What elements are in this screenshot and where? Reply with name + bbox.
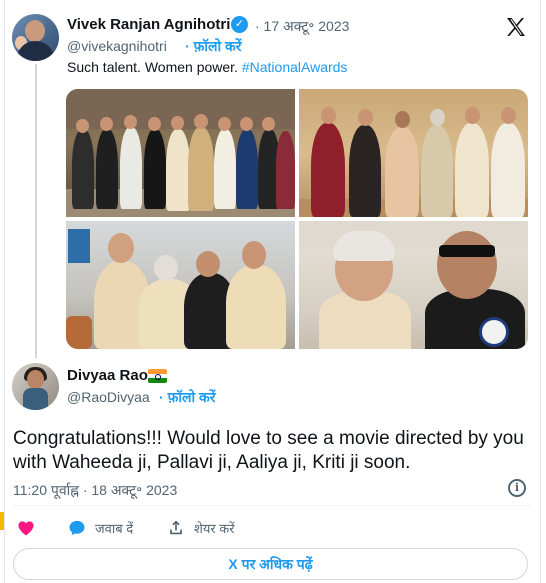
info-icon[interactable]: i (508, 479, 526, 497)
photo-group-award-ceremony[interactable] (66, 89, 295, 217)
reply-author-avatar[interactable] (12, 363, 59, 410)
reply-author-handle[interactable]: @RaoDivyaa (67, 389, 150, 405)
verified-badge-icon: ✓ (231, 16, 248, 33)
embedded-tweet-card: Vivek Ranjan Agnihotri ✓ · 17 अक्टू॰ 202… (0, 0, 546, 583)
tweet-text-body: Such talent. Women power. (67, 59, 242, 75)
reply-timestamp[interactable]: 11:20 पूर्वाह्न · 18 अक्टू॰ 2023 (13, 481, 177, 500)
author-avatar[interactable] (12, 14, 59, 61)
media-grid (66, 89, 528, 349)
share-label: शेयर करें (194, 521, 235, 536)
reply-follow-label: फ़ॉलो करें (167, 389, 216, 405)
share-icon (170, 520, 182, 535)
tweet-date[interactable]: · 17 अक्टू॰ 2023 (255, 17, 349, 36)
like-button[interactable] (16, 517, 44, 539)
reply-author-name[interactable]: Divyaa Rao (67, 367, 148, 384)
share-button[interactable]: शेयर करें (166, 517, 235, 539)
follow-separator: · (185, 38, 194, 54)
divider (13, 505, 531, 506)
read-more-on-x-button[interactable]: X पर अधिक पढ़ें (13, 548, 528, 580)
photo-selfie-duo[interactable] (299, 221, 528, 349)
hashtag-link[interactable]: #NationalAwards (242, 59, 348, 75)
reply-follow-separator: · (159, 389, 168, 405)
thread-line (35, 64, 37, 358)
author-name[interactable]: Vivek Ranjan Agnihotri (67, 16, 230, 33)
follow-label: फ़ॉलो करें (193, 38, 242, 54)
reply-button[interactable]: जवाब दें (67, 517, 133, 539)
photo-women-awardees[interactable] (299, 89, 528, 217)
tweet-text: Such talent. Women power. #NationalAward… (67, 59, 347, 75)
follow-button[interactable]: · फ़ॉलो करें (185, 37, 241, 56)
right-border (540, 0, 541, 583)
heart-icon (18, 521, 34, 536)
reply-follow-button[interactable]: · फ़ॉलो करें (159, 388, 215, 407)
scroll-marker (0, 512, 4, 530)
reply-text: Congratulations!!! Would love to see a m… (13, 428, 524, 473)
india-flag-icon (148, 369, 167, 383)
photo-selfie-group[interactable] (66, 221, 295, 349)
x-logo-icon[interactable] (503, 15, 529, 39)
reply-label: जवाब दें (95, 521, 134, 536)
left-border (4, 0, 5, 583)
author-handle[interactable]: @vivekagnihotri (67, 38, 167, 54)
speech-bubble-icon (69, 520, 85, 536)
